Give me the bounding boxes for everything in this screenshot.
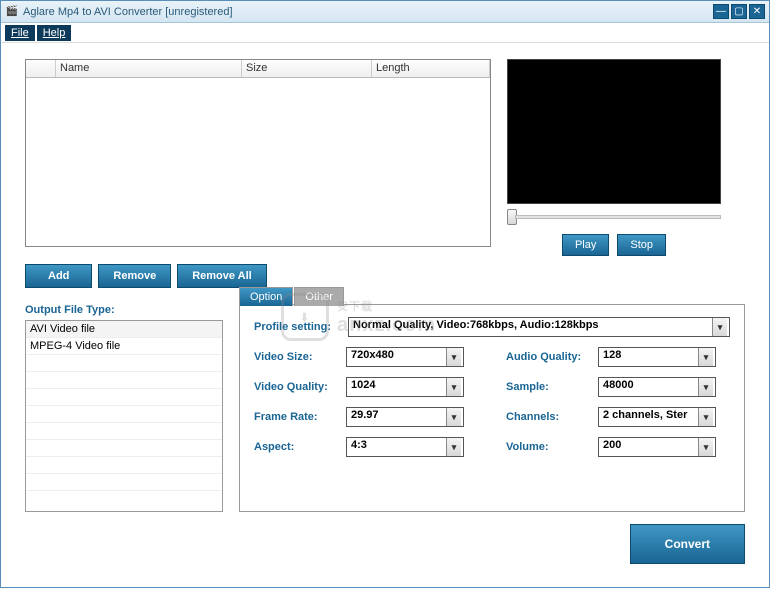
output-type-label: Output File Type:	[25, 304, 223, 316]
minimize-button[interactable]: —	[713, 4, 729, 19]
seek-slider[interactable]	[507, 208, 721, 226]
tab-option[interactable]: Option	[239, 287, 293, 306]
list-item	[26, 457, 222, 474]
settings-panel: Option Other Profile setting: Normal Qua…	[239, 304, 745, 512]
tab-other[interactable]: Other	[294, 287, 344, 306]
col-length[interactable]: Length	[372, 60, 490, 77]
profile-select[interactable]: Normal Quality, Video:768kbps, Audio:128…	[348, 317, 730, 337]
app-icon: 🎬	[5, 5, 19, 19]
remove-all-button[interactable]: Remove All	[177, 264, 267, 288]
list-item	[26, 440, 222, 457]
frame-rate-select[interactable]: 29.97	[346, 407, 464, 427]
col-checkbox[interactable]	[26, 60, 56, 77]
list-item[interactable]: MPEG-4 Video file	[26, 338, 222, 355]
preview-panel: Play Stop	[507, 59, 745, 256]
list-item	[26, 372, 222, 389]
volume-label: Volume:	[506, 441, 598, 453]
list-item	[26, 406, 222, 423]
list-item[interactable]: AVI Video file	[26, 321, 222, 338]
list-item	[26, 423, 222, 440]
video-size-label: Video Size:	[254, 351, 346, 363]
output-type-list[interactable]: AVI Video file MPEG-4 Video file	[25, 320, 223, 512]
titlebar: 🎬 Aglare Mp4 to AVI Converter [unregiste…	[1, 1, 769, 23]
video-preview	[507, 59, 721, 204]
volume-select[interactable]: 200	[598, 437, 716, 457]
file-list-table[interactable]: Name Size Length	[25, 59, 491, 247]
list-item	[26, 389, 222, 406]
video-quality-select[interactable]: 1024	[346, 377, 464, 397]
menu-help[interactable]: Help	[37, 25, 72, 41]
list-item	[26, 355, 222, 372]
window-title: Aglare Mp4 to AVI Converter [unregistere…	[23, 6, 713, 18]
add-button[interactable]: Add	[25, 264, 92, 288]
aspect-select[interactable]: 4:3	[346, 437, 464, 457]
slider-track	[515, 215, 721, 219]
play-button[interactable]: Play	[562, 234, 609, 256]
col-name[interactable]: Name	[56, 60, 242, 77]
menu-file[interactable]: File	[5, 25, 35, 41]
menubar: File Help	[1, 23, 769, 43]
video-quality-label: Video Quality:	[254, 381, 346, 393]
sample-label: Sample:	[506, 381, 598, 393]
maximize-button[interactable]: ▢	[731, 4, 747, 19]
list-item	[26, 474, 222, 491]
file-action-buttons: Add Remove Remove All	[25, 264, 745, 288]
audio-quality-label: Audio Quality:	[506, 351, 598, 363]
frame-rate-label: Frame Rate:	[254, 411, 346, 423]
table-header: Name Size Length	[26, 60, 490, 78]
convert-button[interactable]: Convert	[630, 524, 745, 564]
video-size-select[interactable]: 720x480	[346, 347, 464, 367]
audio-quality-select[interactable]: 128	[598, 347, 716, 367]
app-window: 🎬 Aglare Mp4 to AVI Converter [unregiste…	[0, 0, 770, 588]
channels-label: Channels:	[506, 411, 598, 423]
stop-button[interactable]: Stop	[617, 234, 666, 256]
profile-label: Profile setting:	[254, 321, 348, 333]
sample-select[interactable]: 48000	[598, 377, 716, 397]
channels-select[interactable]: 2 channels, Ster	[598, 407, 716, 427]
aspect-label: Aspect:	[254, 441, 346, 453]
remove-button[interactable]: Remove	[98, 264, 171, 288]
close-button[interactable]: ✕	[749, 4, 765, 19]
col-size[interactable]: Size	[242, 60, 372, 77]
